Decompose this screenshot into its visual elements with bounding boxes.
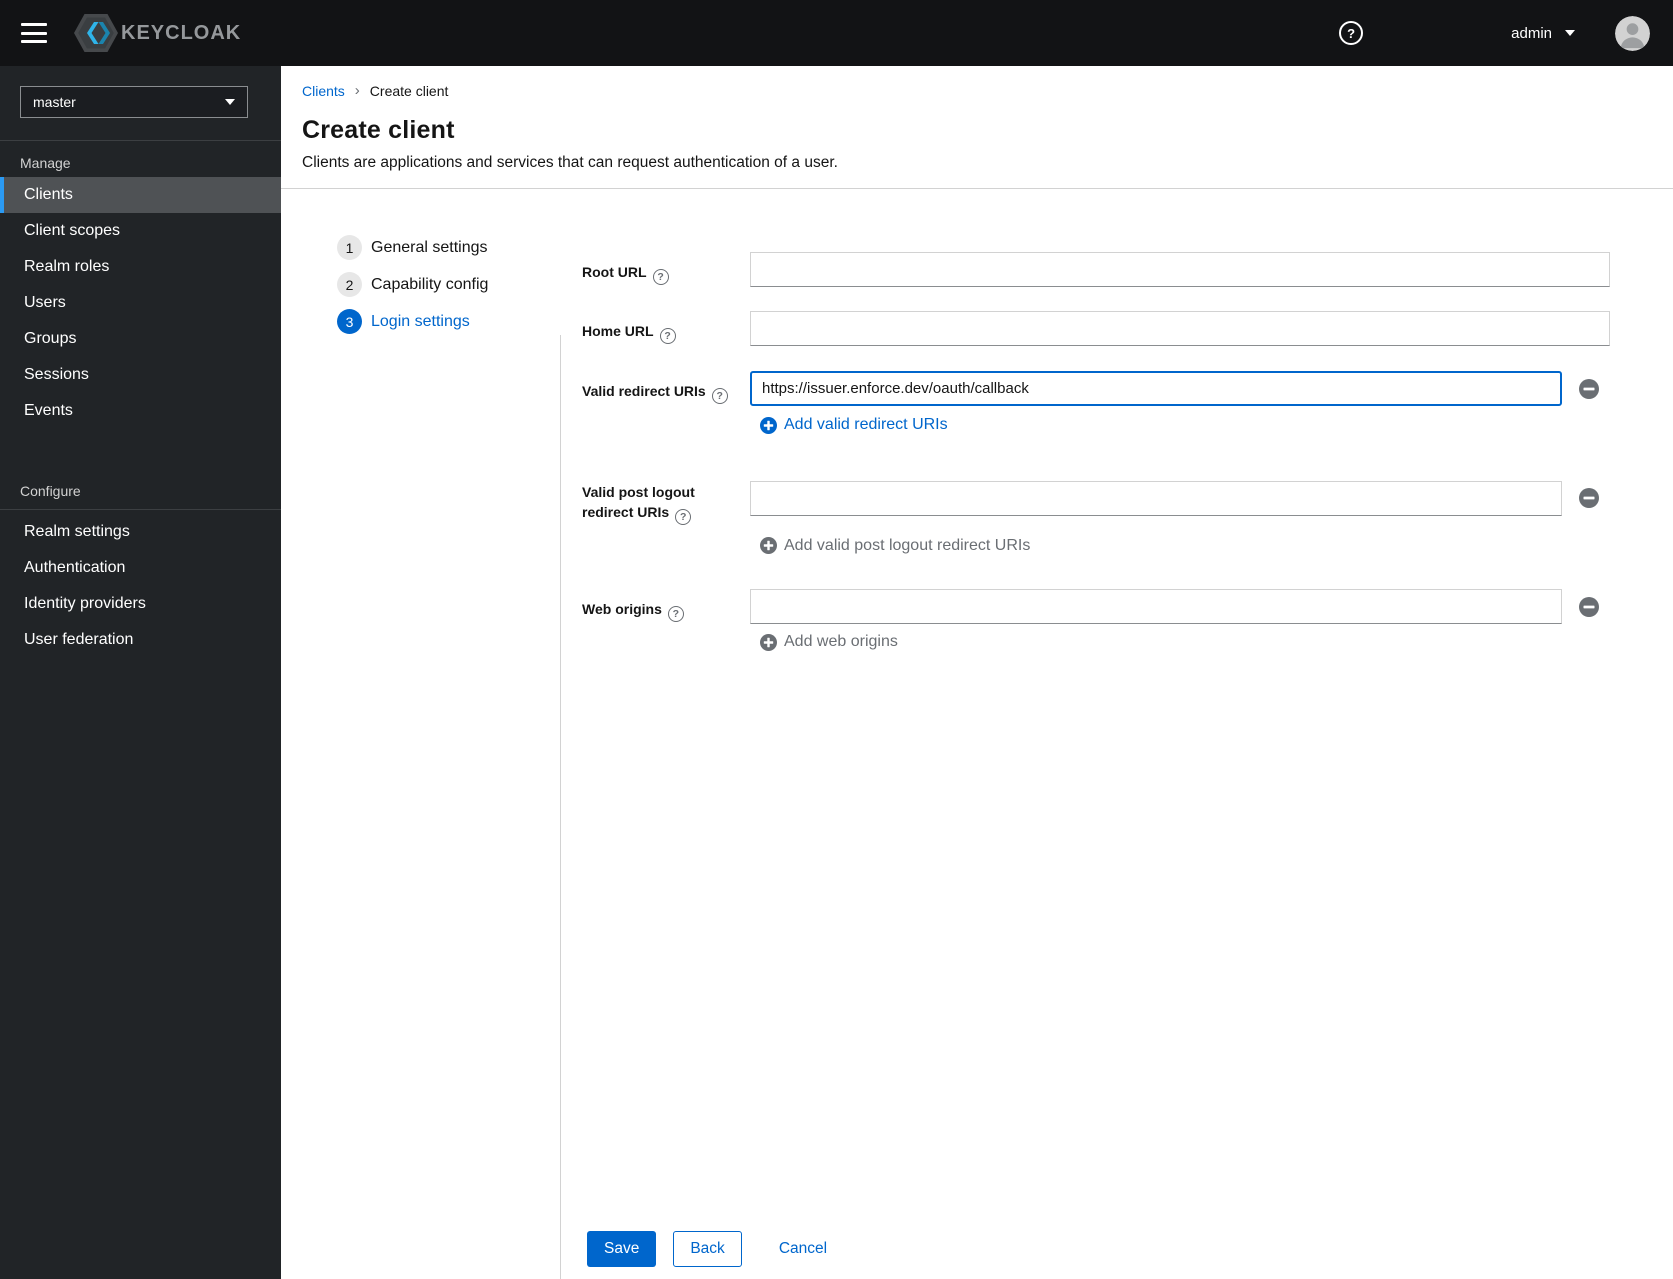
keycloak-admin-console: KEYCLOAK ? admin master Manage Clients C… <box>0 0 1673 1279</box>
help-icon[interactable]: ? <box>667 606 684 622</box>
username: admin <box>1511 24 1552 42</box>
nav-toggle-icon[interactable] <box>21 23 47 43</box>
add-web-origins-row: Add web origins <box>760 633 1673 656</box>
remove-redirect-uri-icon[interactable] <box>1579 378 1599 399</box>
plus-circle-icon <box>760 416 777 434</box>
step-number: 2 <box>337 272 362 297</box>
plus-circle-icon <box>760 537 777 554</box>
masthead-utilities: ? admin <box>1339 15 1673 51</box>
sidebar-item-client-scopes[interactable]: Client scopes <box>0 213 281 249</box>
field-label: Home URL? <box>582 311 750 346</box>
add-post-logout-row: Add valid post logout redirect URIs <box>760 537 1673 560</box>
web-origins-input[interactable] <box>750 589 1562 624</box>
root-url-input[interactable] <box>750 252 1610 287</box>
help-icon[interactable]: ? <box>652 269 669 285</box>
page-description: Clients are applications and services th… <box>302 154 838 171</box>
realm-selector-value: master <box>33 94 76 110</box>
nav-group-configure: Configure Realm settings Authentication … <box>0 469 281 658</box>
field-post-logout-redirect-uris: Valid post logout redirect URIs? <box>582 472 1673 525</box>
remove-post-logout-uri-icon[interactable] <box>1579 488 1599 508</box>
avatar[interactable] <box>1615 15 1650 51</box>
sidebar-item-groups[interactable]: Groups <box>0 321 281 357</box>
valid-redirect-uri-input[interactable] <box>750 371 1562 406</box>
plus-circle-icon <box>760 633 777 651</box>
field-label: Valid redirect URIs? <box>582 371 750 406</box>
nav-group-manage: Manage Clients Client scopes Realm roles… <box>0 141 281 429</box>
help-icon[interactable]: ? <box>711 388 728 404</box>
field-root-url: Root URL? <box>582 252 1673 287</box>
breadcrumb: Clients › Create client <box>302 82 1649 99</box>
add-post-logout-uris-button[interactable]: Add valid post logout redirect URIs <box>760 537 1030 555</box>
sidebar-item-sessions[interactable]: Sessions <box>0 357 281 393</box>
field-home-url: Home URL? <box>582 311 1673 346</box>
keycloak-logo: KEYCLOAK <box>73 13 241 53</box>
add-redirect-uri-row: Add valid redirect URIs <box>760 416 1673 439</box>
field-valid-redirect-uris: Valid redirect URIs? <box>582 371 1673 406</box>
cancel-button[interactable]: Cancel <box>779 1231 827 1267</box>
field-web-origins: Web origins? <box>582 589 1673 624</box>
nav-group-title: Manage <box>20 155 71 171</box>
brand-text: KEYCLOAK <box>121 21 242 44</box>
breadcrumb-current: Create client <box>369 82 449 99</box>
keycloak-logo-icon <box>73 13 119 53</box>
field-label: Root URL? <box>582 252 750 287</box>
sidebar-item-realm-settings[interactable]: Realm settings <box>0 514 281 550</box>
sidebar-divider <box>0 509 281 510</box>
home-url-input[interactable] <box>750 311 1610 346</box>
wizard-body: 1 General settings 2 Capability config 3… <box>281 189 1673 1279</box>
breadcrumb-separator-icon: › <box>354 82 360 99</box>
user-dropdown[interactable]: admin <box>1511 25 1575 42</box>
form-actions: Save Back Cancel <box>587 1230 1673 1267</box>
nav-group-title: Configure <box>20 483 81 499</box>
sidebar-item-user-federation[interactable]: User federation <box>0 622 281 658</box>
chevron-down-icon <box>1565 30 1575 36</box>
sidebar-item-authentication[interactable]: Authentication <box>0 550 281 586</box>
post-logout-redirect-uri-input[interactable] <box>750 480 1562 516</box>
add-valid-redirect-uris-button[interactable]: Add valid redirect URIs <box>760 416 948 434</box>
page-header: Clients › Create client Create client Cl… <box>281 66 1673 189</box>
sidebar-item-realm-roles[interactable]: Realm roles <box>0 249 281 285</box>
wizard-step-general-settings[interactable]: 1 General settings <box>337 235 560 260</box>
back-button[interactable]: Back <box>673 1230 742 1267</box>
step-label: General settings <box>371 238 488 256</box>
help-icon[interactable]: ? <box>1339 21 1364 45</box>
step-number: 3 <box>337 309 362 334</box>
sidebar-item-clients[interactable]: Clients <box>0 177 281 213</box>
add-web-origins-button[interactable]: Add web origins <box>760 633 898 651</box>
save-button[interactable]: Save <box>587 1230 657 1267</box>
sidebar-item-identity-providers[interactable]: Identity providers <box>0 586 281 622</box>
sidebar: master Manage Clients Client scopes Real… <box>0 66 281 1279</box>
wizard-steps-nav: 1 General settings 2 Capability config 3… <box>281 189 560 1278</box>
step-number: 1 <box>337 235 362 260</box>
masthead: KEYCLOAK ? admin <box>0 0 1673 66</box>
breadcrumb-clients-link[interactable]: Clients <box>302 83 345 99</box>
field-label: Web origins? <box>582 589 750 624</box>
wizard-step-capability-config[interactable]: 2 Capability config <box>337 272 560 297</box>
step-label: Login settings <box>371 312 470 330</box>
help-icon[interactable]: ? <box>659 328 676 344</box>
chevron-down-icon <box>225 99 235 105</box>
sidebar-item-events[interactable]: Events <box>0 393 281 429</box>
field-label: Valid post logout redirect URIs? <box>582 483 695 525</box>
remove-web-origin-icon[interactable] <box>1579 596 1599 617</box>
wizard-step-login-settings[interactable]: 3 Login settings <box>337 309 560 334</box>
page-title: Create client <box>302 116 455 144</box>
realm-selector[interactable]: master <box>20 86 248 118</box>
step-label: Capability config <box>371 275 489 293</box>
login-settings-form: Root URL? Home URL? Valid redirect URIs … <box>560 189 1673 1278</box>
sidebar-item-users[interactable]: Users <box>0 285 281 321</box>
main-content: Clients › Create client Create client Cl… <box>281 66 1673 1279</box>
help-icon[interactable]: ? <box>675 508 692 525</box>
